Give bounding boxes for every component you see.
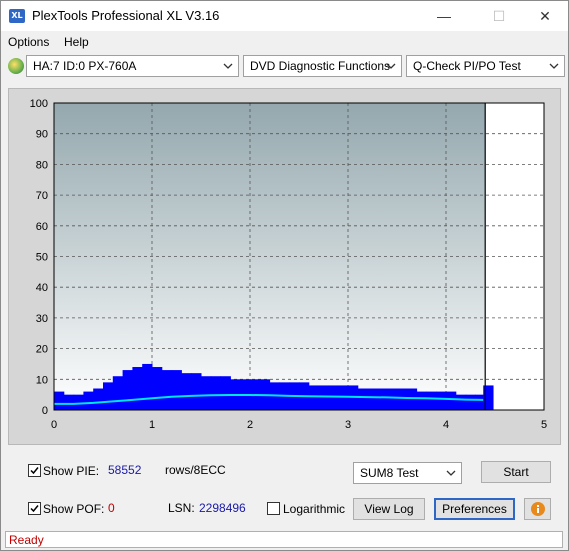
pie-bar	[328, 385, 339, 410]
logarithmic-checkbox[interactable]	[267, 502, 280, 515]
pie-bar	[152, 367, 163, 410]
drive-select[interactable]: HA:7 ID:0 PX-760A	[26, 55, 239, 77]
view-log-button[interactable]: View Log	[353, 498, 425, 520]
y-tick-label: 0	[42, 405, 48, 417]
pie-bar	[54, 391, 65, 410]
pie-bar	[308, 385, 320, 410]
y-tick-label: 70	[36, 190, 48, 202]
show-pie-checkbox[interactable]	[28, 464, 41, 477]
menu-bar: Options Help	[1, 32, 568, 52]
info-icon	[530, 502, 545, 516]
x-tick-label: 4	[443, 419, 449, 431]
app-logo-icon: XL	[9, 9, 25, 23]
pie-bar	[122, 370, 133, 410]
pie-bar	[387, 388, 398, 410]
checkmark-icon	[30, 505, 39, 513]
test-select[interactable]: Q-Check PI/PO Test	[406, 55, 565, 77]
pie-bar	[446, 391, 457, 410]
y-tick-label: 40	[36, 282, 48, 294]
pie-bar	[406, 388, 418, 410]
checkmark-icon	[30, 467, 39, 475]
test-select-value: Q-Check PI/PO Test	[413, 59, 521, 73]
logarithmic-label: Logarithmic	[283, 502, 346, 516]
function-select-value: DVD Diagnostic Functions	[250, 59, 391, 73]
show-pof-label: Show POF:	[43, 502, 105, 516]
x-tick-label: 0	[51, 419, 57, 431]
chevron-down-icon	[549, 63, 559, 69]
pie-bar	[181, 373, 192, 410]
sum-test-select-value: SUM8 Test	[360, 466, 419, 480]
y-tick-label: 30	[36, 313, 48, 325]
pie-bar	[220, 376, 231, 410]
controls-panel: Show PIE: 58552 rows/8ECC SUM8 Test Star…	[8, 451, 561, 527]
pi-po-chart: 0 10 20 30 40 50 60 70 80 90 100 0 1 2 3 4 5	[30, 98, 547, 431]
pof-value: 0	[108, 501, 115, 515]
window-title: PlexTools Professional XL V3.16	[32, 8, 220, 23]
minimize-button[interactable]: —	[421, 1, 467, 31]
title-bar: XL PlexTools Professional XL V3.16 — ☐ ✕	[1, 1, 568, 31]
x-tick-label: 5	[541, 419, 547, 431]
chevron-down-icon	[223, 63, 233, 69]
pie-bar	[93, 388, 104, 410]
pie-bar	[112, 376, 124, 410]
sum-test-select[interactable]: SUM8 Test	[353, 462, 462, 484]
app-window: XL PlexTools Professional XL V3.16 — ☐ ✕…	[0, 0, 569, 551]
y-tick-label: 10	[36, 374, 48, 386]
pie-value: 58552	[108, 463, 142, 477]
y-tick-label: 80	[36, 159, 48, 171]
x-tick-label: 3	[345, 419, 351, 431]
pie-bar	[103, 382, 114, 410]
drive-select-value: HA:7 ID:0 PX-760A	[33, 59, 137, 73]
y-tick-label: 60	[36, 221, 48, 233]
y-tick-label: 20	[36, 344, 48, 356]
pie-bar	[83, 391, 94, 410]
pie-bar	[436, 391, 447, 410]
pie-bar	[132, 367, 143, 410]
pie-bar	[416, 391, 427, 410]
pie-bar	[318, 385, 329, 410]
info-button[interactable]	[524, 498, 551, 520]
drive-status-icon	[8, 58, 24, 74]
pie-bar	[377, 388, 388, 410]
function-select[interactable]: DVD Diagnostic Functions	[243, 55, 402, 77]
pie-bar	[63, 394, 75, 410]
x-tick-label: 1	[149, 419, 155, 431]
maximize-button[interactable]: ☐	[476, 1, 522, 31]
pie-bar	[201, 376, 212, 410]
show-pof-checkbox[interactable]	[28, 502, 41, 515]
pie-bar	[397, 388, 408, 410]
chevron-down-icon	[446, 470, 456, 476]
status-text: Ready	[9, 533, 44, 547]
lsn-value: 2298496	[199, 501, 246, 515]
y-tick-label: 100	[30, 98, 48, 110]
preferences-button[interactable]: Preferences	[434, 498, 515, 520]
pie-bar	[191, 373, 202, 410]
pie-bar	[455, 394, 467, 410]
lsn-label: LSN:	[168, 501, 195, 515]
menu-help[interactable]: Help	[64, 35, 89, 49]
show-pie-label: Show PIE:	[43, 464, 100, 478]
pie-bar	[142, 363, 153, 410]
pie-bar	[465, 394, 476, 410]
menu-options[interactable]: Options	[8, 35, 49, 49]
pie-bar	[367, 388, 378, 410]
chevron-down-icon	[386, 63, 396, 69]
pie-bar	[171, 370, 182, 410]
pie-bar	[73, 394, 84, 410]
chart-panel: 0 10 20 30 40 50 60 70 80 90 100 0 1 2 3 4 5	[8, 88, 561, 445]
rows-label: rows/8ECC	[165, 463, 226, 477]
y-tick-label: 90	[36, 129, 48, 141]
pie-bar	[357, 388, 369, 410]
start-button[interactable]: Start	[481, 461, 551, 483]
pie-bar	[161, 370, 173, 410]
status-bar: Ready	[5, 531, 563, 548]
close-button[interactable]: ✕	[522, 1, 568, 31]
pie-bar	[426, 391, 437, 410]
x-tick-label: 2	[247, 419, 253, 431]
pie-bar	[210, 376, 222, 410]
y-tick-label: 50	[36, 252, 48, 264]
